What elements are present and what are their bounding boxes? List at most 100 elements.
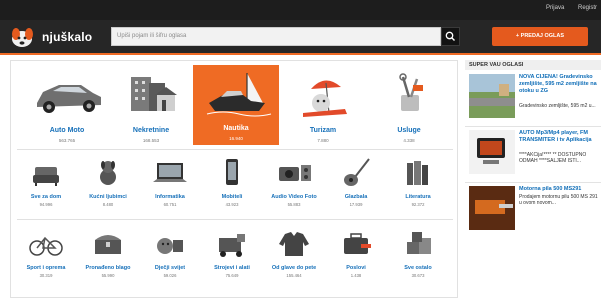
category-name: Dječji svijet bbox=[154, 265, 186, 271]
category-pronadeno-blago[interactable]: Pronađeno blago 55.990 bbox=[77, 226, 139, 282]
category-djecji-svijet[interactable]: Dječji svijet 59.026 bbox=[139, 226, 201, 282]
category-count: 4.338 bbox=[403, 138, 415, 143]
category-glazbala[interactable]: Glazbala 17.939 bbox=[325, 155, 387, 211]
category-count: 55.883 bbox=[287, 202, 301, 207]
jacket-icon bbox=[279, 232, 309, 256]
category-sve-ostalo[interactable]: Sve ostalo 30.673 bbox=[387, 226, 449, 282]
category-count: 43.923 bbox=[225, 202, 239, 207]
category-audio-video-foto[interactable]: Audio Video Foto 55.883 bbox=[263, 155, 325, 211]
category-count: 168.553 bbox=[142, 138, 160, 143]
category-mobiteli[interactable]: Mobiteli 43.923 bbox=[201, 155, 263, 211]
category-nekretnine[interactable]: Nekretnine 168.553 bbox=[109, 67, 193, 145]
category-name: Kućni ljubimci bbox=[89, 194, 127, 200]
search-input[interactable]: Upiši pojam ili šifru oglasa bbox=[111, 27, 441, 46]
header: njuškalo Upiši pojam ili šifru oglasa + … bbox=[0, 20, 601, 53]
category-count: 59.026 bbox=[163, 273, 177, 278]
category-name: Usluge bbox=[397, 127, 421, 134]
category-name: Mobiteli bbox=[221, 194, 243, 200]
chest-icon bbox=[95, 235, 121, 254]
category-count: 17.939 bbox=[349, 202, 363, 207]
category-name: Audio Video Foto bbox=[271, 194, 317, 200]
category-count: 30.319 bbox=[39, 273, 53, 278]
ad-title: Motorna pila 500 MS291 bbox=[519, 186, 582, 192]
boxes-icon bbox=[407, 232, 431, 254]
dog-mascot-icon bbox=[12, 28, 33, 47]
search-button[interactable] bbox=[441, 27, 460, 46]
category-usluge[interactable]: Usluge 4.338 bbox=[367, 67, 451, 145]
category-informatika[interactable]: Informatika 60.751 bbox=[139, 155, 201, 211]
category-name: Od glave do pete bbox=[271, 265, 317, 271]
category-od-glave-do-pete[interactable]: Od glave do pete 155.464 bbox=[263, 226, 325, 282]
boat-icon bbox=[206, 73, 272, 117]
category-name: Literatura bbox=[405, 194, 431, 200]
category-sve-za-dom[interactable]: Sve za dom 94.996 bbox=[15, 155, 77, 211]
laptop-icon bbox=[153, 163, 187, 182]
category-count: 7.880 bbox=[317, 138, 329, 143]
ad-description: Prodajem motornu pilu 500 MS 291 u ovom … bbox=[519, 194, 598, 206]
ad-thumbnail bbox=[469, 74, 515, 118]
post-ad-button[interactable]: + PREDAJ OGLAS bbox=[492, 27, 588, 46]
phone-icon bbox=[226, 159, 238, 185]
category-name: Glazbala bbox=[344, 194, 368, 200]
category-name: Pronađeno blago bbox=[85, 265, 131, 271]
category-count: 563.765 bbox=[58, 138, 76, 143]
category-literatura[interactable]: Literatura 92.372 bbox=[387, 155, 449, 211]
categories-panel: Auto Moto 563.765 Nekretnine 168.553 Nau… bbox=[10, 60, 458, 298]
top-bar: Prijava Registr bbox=[0, 0, 601, 20]
category-nautika[interactable]: Nautika 16.940 bbox=[193, 65, 279, 145]
category-count: 30.673 bbox=[411, 273, 425, 278]
category-count: 8.480 bbox=[102, 202, 114, 207]
divider bbox=[465, 182, 601, 183]
car-icon bbox=[37, 85, 101, 113]
sofa-icon bbox=[33, 167, 59, 186]
register-link[interactable]: Registr bbox=[578, 5, 597, 11]
category-count: 60.751 bbox=[163, 202, 177, 207]
category-name: Nekretnine bbox=[132, 127, 170, 134]
category-auto-moto[interactable]: Auto Moto 563.765 bbox=[25, 67, 109, 145]
search-placeholder: Upiši pojam ili šifru oglasa bbox=[117, 33, 187, 39]
ad-thumbnail bbox=[469, 130, 515, 174]
category-name: Sve za dom bbox=[30, 194, 62, 200]
category-name: Auto Moto bbox=[49, 127, 85, 134]
books-icon bbox=[407, 161, 428, 185]
category-name: Sport i oprema bbox=[26, 265, 66, 271]
category-strojevi-i-alati[interactable]: Strojevi i alati 75.649 bbox=[201, 226, 263, 282]
category-name: Poslovi bbox=[346, 265, 366, 271]
bicycle-icon bbox=[29, 236, 63, 256]
header-accent-line bbox=[0, 53, 601, 55]
sidebar-super-vau-oglasi: SUPER VAU OGLASI NOVA CIJENA! Gradevinsk… bbox=[465, 60, 601, 299]
search-icon bbox=[445, 31, 455, 41]
toys-icon bbox=[157, 238, 183, 254]
dog-icon bbox=[100, 161, 116, 185]
category-count: 94.996 bbox=[39, 202, 53, 207]
machine-icon bbox=[219, 234, 245, 257]
guitar-icon bbox=[344, 158, 370, 186]
login-link[interactable]: Prijava bbox=[546, 5, 564, 11]
divider bbox=[17, 149, 453, 150]
ad-title: NOVA CIJENA! Gradevinsko zemljište, 595 … bbox=[519, 74, 597, 94]
featured-ad-3[interactable]: Motorna pila 500 MS291 Prodajem motornu … bbox=[469, 186, 599, 234]
buildings-icon bbox=[131, 77, 177, 111]
featured-ad-2[interactable]: AUTO Mp3/Mp4 player, FM TRANSMITER i tv … bbox=[469, 130, 599, 178]
category-count: 55.990 bbox=[101, 273, 115, 278]
ad-title: AUTO Mp3/Mp4 player, FM TRANSMITER i tv … bbox=[519, 130, 592, 143]
category-count: 16.940 bbox=[229, 136, 243, 141]
featured-ad-1[interactable]: NOVA CIJENA! Gradevinsko zemljište, 595 … bbox=[469, 74, 599, 122]
beach-icon bbox=[303, 80, 347, 117]
divider bbox=[465, 126, 601, 127]
category-name: Sve ostalo bbox=[404, 265, 432, 271]
account-links: Prijava Registr bbox=[534, 5, 597, 11]
category-count: 92.372 bbox=[411, 202, 425, 207]
logo-text: njuškalo bbox=[42, 30, 93, 44]
logo[interactable]: njuškalo bbox=[6, 23, 101, 51]
category-count: 75.649 bbox=[225, 273, 239, 278]
category-kucni-ljubimci[interactable]: Kućni ljubimci 8.480 bbox=[77, 155, 139, 211]
category-name: Nautika bbox=[223, 125, 249, 132]
category-count: 1.438 bbox=[350, 273, 362, 278]
sidebar-heading: SUPER VAU OGLASI bbox=[465, 60, 601, 70]
category-name: Turizam bbox=[309, 127, 337, 134]
category-turizam[interactable]: Turizam 7.880 bbox=[281, 67, 365, 145]
category-name: Informatika bbox=[155, 194, 185, 200]
category-sport-i-oprema[interactable]: Sport i oprema 30.319 bbox=[15, 226, 77, 282]
category-poslovi[interactable]: Poslovi 1.438 bbox=[325, 226, 387, 282]
